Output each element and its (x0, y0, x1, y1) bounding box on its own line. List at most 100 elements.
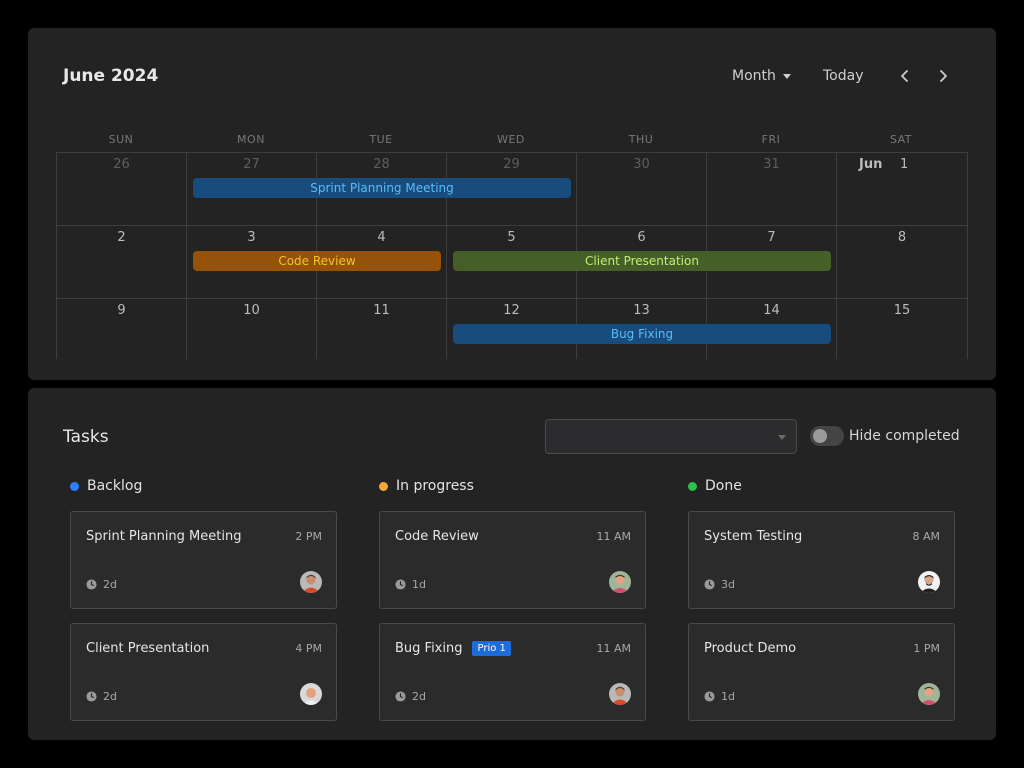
clock-icon (86, 579, 97, 590)
calendar-panel: June 2024 Month Today SUN MON TUE WED TH… (28, 28, 996, 380)
weekday-header: FRI (761, 133, 781, 146)
duration-value: 2d (103, 690, 117, 703)
status-dot (688, 481, 697, 491)
day-cell[interactable]: 30 (576, 153, 706, 226)
task-duration: 2d (395, 690, 426, 703)
task-card[interactable]: Code Review 11 AM 1d (379, 511, 646, 609)
clock-icon (395, 579, 406, 590)
task-title: Code Review (395, 529, 479, 544)
day-number: 29 (503, 157, 520, 172)
column-header-backlog: Backlog (70, 478, 142, 494)
day-cell[interactable]: 15 (836, 299, 968, 359)
column-title: In progress (396, 478, 474, 494)
task-time: 1 PM (913, 642, 940, 655)
task-card[interactable]: Product Demo 1 PM 1d (688, 623, 955, 721)
column-header-done: Done (688, 478, 742, 494)
tasks-panel: Tasks Hide completed Backlog In progress… (28, 388, 996, 740)
day-cell[interactable]: 26 (56, 153, 186, 226)
hide-completed-label: Hide completed (849, 428, 960, 444)
caret-down-icon (782, 73, 791, 79)
day-number: 10 (243, 303, 260, 318)
duration-value: 2d (103, 578, 117, 591)
column-title: Backlog (87, 478, 143, 494)
toggle-knob (813, 429, 827, 443)
task-title: Client Presentation (86, 641, 210, 656)
day-number: 14 (763, 303, 780, 318)
column-title: Done (705, 478, 742, 494)
event-sprint-planning[interactable]: Sprint Planning Meeting (193, 178, 571, 198)
task-time: 11 AM (596, 530, 631, 543)
event-client-presentation[interactable]: Client Presentation (453, 251, 831, 271)
day-cell[interactable]: 10 (186, 299, 316, 359)
event-bug-fixing[interactable]: Bug Fixing (453, 324, 831, 344)
day-number: 15 (893, 303, 911, 318)
clock-icon (86, 691, 97, 702)
task-title: Product Demo (704, 641, 797, 656)
task-duration: 1d (395, 578, 426, 591)
column-header-in-progress: In progress (379, 478, 474, 494)
day-cell[interactable]: 2 (56, 226, 186, 299)
avatar-icon (609, 683, 631, 705)
task-duration: 3d (704, 578, 735, 591)
clock-icon (395, 691, 406, 702)
avatar-icon (918, 683, 940, 705)
clock-icon (704, 579, 715, 590)
chevron-left-icon (901, 70, 908, 82)
day-number: 6 (637, 230, 646, 245)
status-dot (379, 481, 388, 491)
day-cell[interactable]: Jun 1 (836, 153, 968, 226)
task-title-row: Product Demo (704, 641, 796, 656)
task-card[interactable]: System Testing 8 AM 3d (688, 511, 955, 609)
event-code-review[interactable]: Code Review (193, 251, 441, 271)
view-select[interactable]: Month (732, 68, 791, 84)
hide-completed-toggle[interactable] (810, 426, 844, 446)
month-tag: Jun (859, 157, 883, 172)
avatar-icon (918, 571, 940, 593)
caret-down-icon (778, 435, 786, 440)
weekday-header: SAT (889, 133, 913, 146)
task-card[interactable]: Sprint Planning Meeting 2 PM 2d (70, 511, 337, 609)
avatar-icon (609, 571, 631, 593)
duration-value: 1d (412, 578, 426, 591)
today-button[interactable]: Today (823, 68, 864, 84)
duration-value: 1d (721, 690, 735, 703)
day-number: 26 (113, 157, 130, 172)
avatar-icon (300, 683, 322, 705)
day-cell[interactable]: 11 (316, 299, 446, 359)
day-number: 27 (243, 157, 260, 172)
task-card[interactable]: Client Presentation 4 PM 2d (70, 623, 337, 721)
task-time: 8 AM (912, 530, 940, 543)
calendar-title: June 2024 (63, 66, 159, 86)
duration-value: 3d (721, 578, 735, 591)
task-duration: 1d (704, 690, 735, 703)
day-number: 11 (373, 303, 390, 318)
task-duration: 2d (86, 578, 117, 591)
clock-icon (704, 691, 715, 702)
day-number: 9 (117, 303, 126, 318)
day-cell[interactable]: 31 (706, 153, 836, 226)
day-number: 4 (377, 230, 386, 245)
duration-value: 2d (412, 690, 426, 703)
prev-month-button[interactable] (895, 66, 915, 86)
day-number: 12 (503, 303, 520, 318)
task-title: System Testing (704, 529, 803, 544)
weekday-header: SUN (108, 133, 134, 146)
month-grid: 26 27 28 29 30 31 Jun 1 2 3 4 5 6 7 8 9 … (56, 152, 968, 359)
day-number: 2 (117, 230, 126, 245)
chevron-right-icon (940, 70, 947, 82)
task-title-row: Bug Fixing Prio 1 (395, 641, 511, 656)
task-title-row: System Testing (704, 529, 802, 544)
task-title-row: Code Review (395, 529, 479, 544)
task-card[interactable]: Bug Fixing Prio 1 11 AM 2d (379, 623, 646, 721)
weekday-header: WED (497, 133, 525, 146)
task-duration: 2d (86, 690, 117, 703)
filter-select[interactable] (545, 419, 797, 454)
day-number: 30 (633, 157, 650, 172)
next-month-button[interactable] (933, 66, 953, 86)
task-title-row: Sprint Planning Meeting (86, 529, 241, 544)
weekday-header: THU (628, 133, 654, 146)
day-cell[interactable]: 9 (56, 299, 186, 359)
day-cell[interactable]: 8 (836, 226, 968, 299)
tasks-title: Tasks (63, 427, 109, 447)
task-time: 2 PM (295, 530, 322, 543)
